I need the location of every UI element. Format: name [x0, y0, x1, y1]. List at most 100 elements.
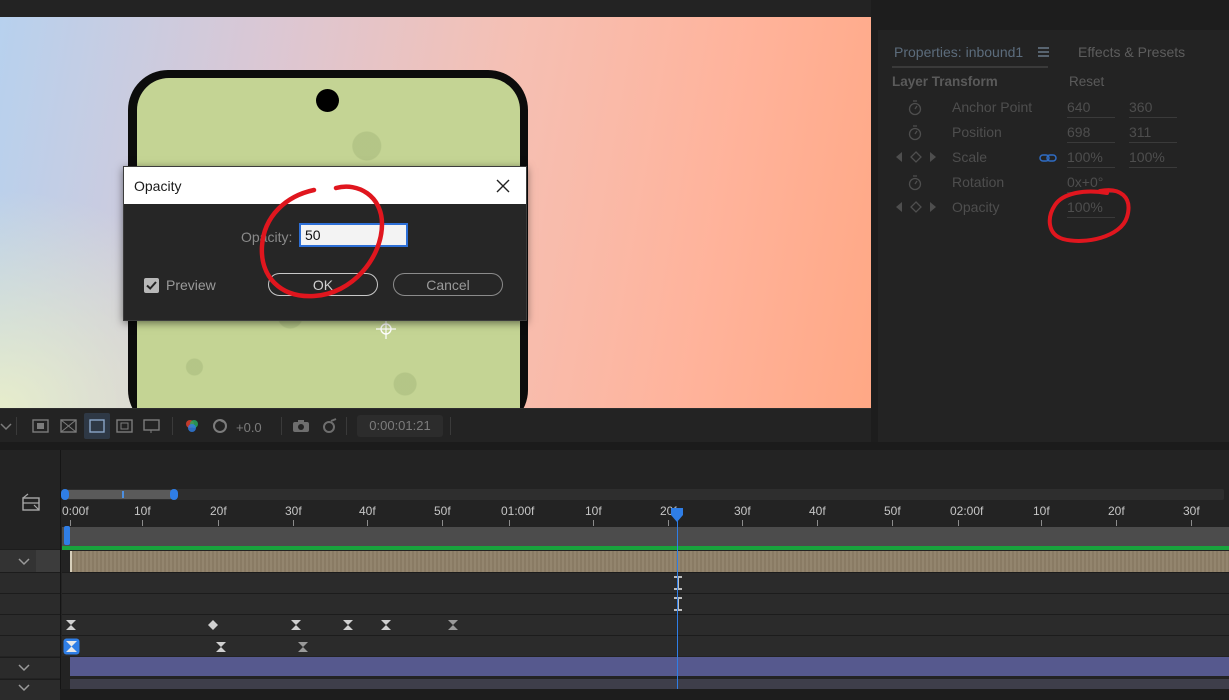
viewer-toolbar: +0.0 0:00:01:21 — [0, 408, 871, 443]
show-snapshot-icon[interactable] — [320, 418, 338, 434]
panel-divider — [0, 442, 1229, 450]
snapshot-camera-icon[interactable] — [292, 418, 310, 434]
ruler-tick — [509, 520, 510, 526]
keyframe-hourglass-icon[interactable] — [290, 619, 302, 631]
time-navigator-track[interactable] — [62, 489, 1224, 500]
navigator-playhead-marker — [122, 491, 124, 498]
cancel-button[interactable]: Cancel — [393, 273, 503, 296]
ruler-tick-label: 30f — [1183, 504, 1200, 518]
property-row-header — [0, 593, 60, 614]
layer-duration-bar-3[interactable] — [70, 679, 1229, 689]
ruler-tick — [817, 520, 818, 526]
keyframe-navigator-icon[interactable] — [894, 150, 938, 164]
prop-value-x[interactable]: 698 — [1067, 124, 1115, 143]
layer-swatch — [36, 550, 60, 572]
transparency-grid-icon[interactable] — [60, 418, 78, 434]
time-navigator-range[interactable] — [64, 490, 175, 499]
property-row-header — [0, 572, 60, 593]
keyframe-hourglass-icon[interactable] — [297, 641, 309, 653]
ruler-tick-label: 20f — [210, 504, 227, 518]
layer-duration-bar[interactable] — [70, 551, 1229, 572]
ruler-tick — [1191, 520, 1192, 526]
keyframe-hourglass-icon[interactable] — [65, 619, 77, 631]
ruler-tick — [892, 520, 893, 526]
property-track-row — [62, 614, 1229, 635]
time-ruler[interactable] — [62, 500, 1229, 526]
dialog-title: Opacity — [134, 178, 182, 194]
panel-menu-icon[interactable] — [1038, 47, 1049, 57]
ruler-tick — [1116, 520, 1117, 526]
layer-in-point[interactable] — [70, 551, 72, 572]
phone-camera — [316, 89, 339, 112]
ruler-tick-label: 10f — [585, 504, 602, 518]
chevron-down-icon[interactable] — [18, 684, 30, 692]
active-tab-underline — [892, 66, 1048, 68]
safe-margins-icon[interactable] — [116, 418, 134, 434]
property-row-header — [0, 614, 60, 635]
ruler-tick — [293, 520, 294, 526]
toolbar-divider — [16, 417, 17, 435]
keyframe-hourglass-icon[interactable] — [380, 619, 392, 631]
prop-value-x[interactable]: 100% — [1067, 149, 1115, 168]
keyframe-diamond-icon[interactable] — [207, 619, 219, 631]
prop-label: Rotation — [952, 174, 1005, 190]
layer-duration-bar-2[interactable] — [70, 657, 1229, 676]
chevron-down-icon[interactable] — [18, 558, 30, 566]
prop-value-y[interactable]: 311 — [1129, 124, 1177, 143]
preview-checkbox[interactable] — [144, 278, 159, 293]
ruler-tick-label: 30f — [285, 504, 302, 518]
exposure-value[interactable]: +0.0 — [236, 420, 262, 435]
keyframe-hourglass-icon[interactable] — [215, 641, 227, 653]
current-time-display[interactable]: 0:00:01:21 — [357, 415, 443, 437]
keyframe-navigator-icon[interactable] — [894, 200, 938, 214]
anchor-point-icon[interactable] — [375, 318, 397, 340]
selected-keyframe-icon[interactable] — [63, 638, 80, 655]
reset-link[interactable]: Reset — [1069, 74, 1104, 89]
tab-properties[interactable]: Properties: inbound1 — [894, 44, 1023, 60]
tab-effects-presets[interactable]: Effects & Presets — [1078, 44, 1185, 60]
prop-label: Scale — [952, 149, 988, 165]
reset-exposure-icon[interactable] — [211, 418, 229, 434]
stopwatch-icon[interactable] — [908, 175, 922, 191]
playhead-handle-icon[interactable] — [670, 507, 684, 523]
preview-label[interactable]: Preview — [166, 277, 216, 293]
ruler-tick — [367, 520, 368, 526]
panel-header-strip — [878, 0, 1229, 30]
work-area-bar[interactable] — [62, 527, 1229, 546]
ruler-tick-label: 01:00f — [501, 504, 535, 518]
region-of-interest-icon[interactable] — [32, 418, 50, 434]
composition-mini-flowchart-icon[interactable] — [20, 493, 42, 513]
layer-row-header[interactable] — [0, 679, 60, 700]
mask-visibility-icon[interactable] — [88, 418, 106, 434]
ruler-tick — [442, 520, 443, 526]
time-navigator-start-handle[interactable] — [61, 489, 69, 500]
constrain-proportions-link-icon[interactable] — [1039, 153, 1057, 163]
toolbar-divider — [346, 417, 347, 435]
annotation-circle — [259, 184, 385, 299]
prop-value-x[interactable]: 640 — [1067, 99, 1115, 118]
color-channels-icon[interactable] — [183, 418, 201, 434]
layer-row-header[interactable] — [0, 657, 60, 678]
stopwatch-icon[interactable] — [908, 125, 922, 141]
prop-row-scale: Scale 100% 100% — [878, 145, 1229, 169]
ruler-tick-label: 50f — [884, 504, 901, 518]
ruler-tick-label: 02:00f — [950, 504, 984, 518]
property-track-row — [62, 635, 1229, 656]
keyframe-hourglass-icon[interactable] — [447, 619, 459, 631]
prop-value-y[interactable]: 100% — [1129, 149, 1177, 168]
layer-row-header[interactable] — [0, 549, 60, 572]
chevron-down-icon[interactable] — [18, 664, 30, 672]
stopwatch-icon[interactable] — [908, 100, 922, 116]
prop-value-y[interactable]: 360 — [1129, 99, 1177, 118]
work-area-start-handle[interactable] — [64, 526, 70, 545]
time-navigator-end-handle[interactable] — [170, 489, 178, 500]
cache-indicator — [62, 546, 1229, 550]
ruler-tick-label: 0:00f — [62, 504, 89, 518]
playhead-line[interactable] — [677, 513, 678, 689]
ruler-tick-label: 40f — [359, 504, 376, 518]
chevron-down-icon[interactable] — [0, 418, 12, 434]
ruler-tick-label: 10f — [134, 504, 151, 518]
grid-guides-icon[interactable] — [143, 418, 161, 434]
close-icon[interactable] — [493, 176, 513, 196]
keyframe-hourglass-icon[interactable] — [342, 619, 354, 631]
